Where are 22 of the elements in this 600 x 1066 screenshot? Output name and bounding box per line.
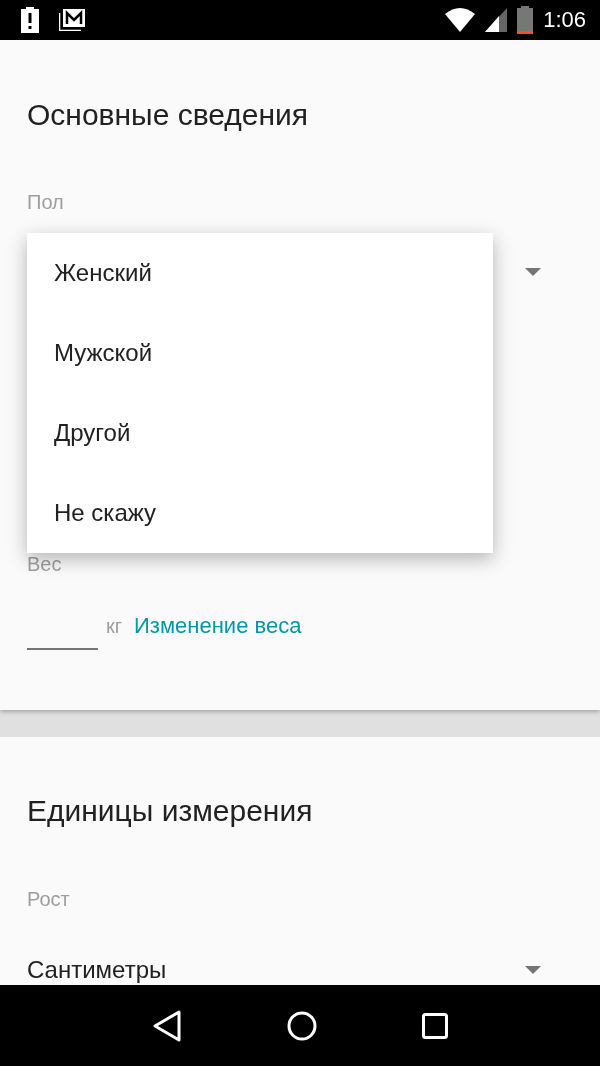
unit-label: кг: [106, 614, 123, 638]
menu-item[interactable]: Мужской: [27, 313, 493, 393]
back-icon[interactable]: [152, 1009, 183, 1042]
menu-item[interactable]: Другой: [27, 393, 493, 473]
section-title: Единицы измерения: [27, 793, 314, 829]
home-icon[interactable]: [287, 1010, 317, 1041]
dropdown-arrow-icon[interactable]: [525, 268, 541, 276]
signal-icon: [485, 8, 508, 32]
field-label: Вес: [27, 553, 63, 575]
battery-icon: [517, 6, 534, 34]
field-label: Пол: [27, 190, 65, 215]
battery-alert-icon: [21, 7, 39, 33]
section-title: Основные сведения: [27, 97, 310, 133]
menu-item[interactable]: Женский: [27, 233, 493, 313]
field-label: Рост: [27, 887, 71, 912]
menu-item[interactable]: Не скажу: [27, 473, 493, 553]
wifi-icon: [445, 8, 476, 32]
recents-icon[interactable]: [421, 1012, 448, 1039]
clock-time: 1:06: [543, 7, 586, 33]
dropdown-value[interactable]: Сантиметры: [27, 956, 167, 984]
dropdown-arrow-icon[interactable]: [525, 966, 541, 974]
mail-icon: [59, 9, 85, 31]
